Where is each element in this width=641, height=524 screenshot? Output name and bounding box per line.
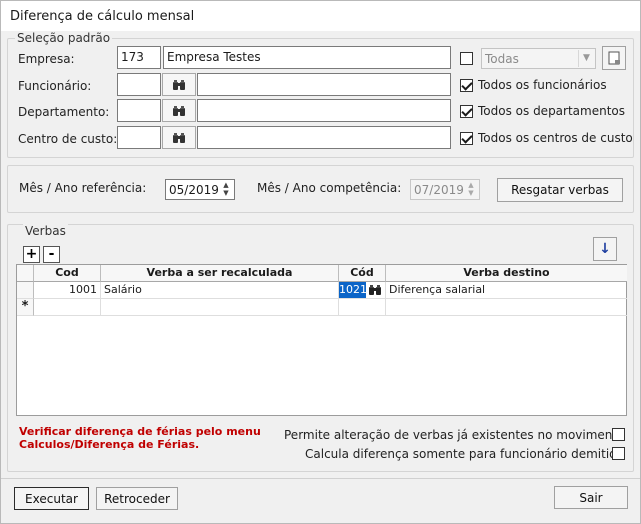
departamento-label: Departamento:: [18, 105, 110, 119]
col-verba-recalc[interactable]: Verba a ser recalculada: [101, 265, 339, 282]
competencia-value: 07/2019: [414, 183, 464, 197]
competencia-label: Mês / Ano competência:: [257, 181, 402, 195]
todos-funcionarios-checkbox[interactable]: [460, 79, 473, 92]
col-cod-dest[interactable]: Cód: [339, 265, 386, 282]
executar-button[interactable]: Executar: [14, 487, 89, 510]
sair-button[interactable]: Sair: [554, 486, 628, 509]
verbas-legend: Verbas: [23, 224, 68, 238]
bottom-divider: [1, 478, 640, 479]
funcionario-search-button[interactable]: [162, 73, 196, 96]
departamento-search-button[interactable]: [162, 99, 196, 122]
title-bar: Diferença de cálculo mensal: [1, 1, 640, 31]
new-cell-verba[interactable]: [101, 299, 339, 316]
permite-alteracao-checkbox[interactable]: [612, 428, 625, 441]
calcula-demitido-label: Calcula diferença somente para funcionár…: [305, 447, 625, 461]
binoculars-icon: [173, 132, 185, 143]
todos-centros-checkbox[interactable]: [460, 132, 473, 145]
ferias-warning: Verificar diferença de férias pelo menu …: [19, 425, 261, 451]
empresa-code-input[interactable]: 173: [117, 46, 161, 69]
competencia-spinner[interactable]: 07/2019 ▲ ▼: [410, 179, 480, 200]
spinner-arrows-icon[interactable]: ▲ ▼: [219, 181, 233, 198]
binoculars-icon[interactable]: [368, 284, 382, 296]
todos-departamentos-label: Todos os departamentos: [478, 104, 626, 118]
centro-custo-name-input[interactable]: [197, 126, 451, 149]
centro-custo-search-button[interactable]: [162, 126, 196, 149]
funcionario-code-input[interactable]: [117, 73, 161, 96]
new-row-indicator: *: [17, 299, 34, 316]
todos-funcionarios-label: Todos os funcionários: [478, 78, 607, 92]
referencia-label: Mês / Ano referência:: [19, 181, 147, 195]
empresa-name-input[interactable]: Empresa Testes: [163, 46, 451, 69]
retroceder-button[interactable]: Retroceder: [96, 487, 178, 510]
todas-value: Todas: [485, 52, 519, 66]
funcionario-label: Funcionário:: [18, 79, 92, 93]
departamento-name-input[interactable]: [197, 99, 451, 122]
referencia-spinner[interactable]: 05/2019 ▲ ▼: [165, 179, 235, 200]
funcionario-name-input[interactable]: [197, 73, 451, 96]
binoculars-icon: [173, 105, 185, 116]
cell-cod-dest-wrap[interactable]: 1021: [339, 282, 386, 299]
import-button[interactable]: ↓: [593, 237, 617, 261]
col-verba-destino[interactable]: Verba destino: [386, 265, 627, 282]
referencia-value: 05/2019: [169, 183, 219, 197]
remove-row-button[interactable]: -: [43, 246, 60, 263]
new-cell-verba-destino[interactable]: [386, 299, 627, 316]
selecao-padrao-legend: Seleção padrão: [15, 31, 113, 45]
cell-cod[interactable]: 1001: [34, 282, 101, 299]
grid-corner: [17, 265, 34, 282]
empresa-label: Empresa:: [18, 52, 75, 66]
col-cod[interactable]: Cod: [34, 265, 101, 282]
row-indicator: [17, 282, 34, 299]
resgatar-verbas-button[interactable]: Resgatar verbas: [497, 178, 623, 202]
new-cell-cod-dest[interactable]: [339, 299, 386, 316]
new-cell-cod[interactable]: [34, 299, 101, 316]
centro-custo-label: Centro de custo:: [18, 132, 118, 146]
todas-combo[interactable]: Todas ▼: [481, 48, 596, 69]
calcula-demitido-checkbox[interactable]: [612, 447, 625, 460]
permite-alteracao-label: Permite alteração de verbas já existente…: [284, 428, 625, 442]
cell-cod-dest[interactable]: 1021: [339, 282, 367, 298]
ferias-warning-line2: Calculos/Diferença de Férias.: [19, 438, 200, 451]
todas-checkbox[interactable]: [460, 52, 473, 65]
document-icon: [608, 51, 620, 65]
spinner-arrows-icon[interactable]: ▲ ▼: [464, 181, 478, 198]
ferias-warning-line1: Verificar diferença de férias pelo menu: [19, 425, 261, 438]
departamento-code-input[interactable]: [117, 99, 161, 122]
add-row-button[interactable]: +: [23, 246, 40, 263]
binoculars-icon: [173, 79, 185, 90]
arrow-down-icon: ↓: [599, 241, 611, 257]
cell-verba[interactable]: Salário: [101, 282, 339, 299]
centro-custo-code-input[interactable]: [117, 126, 161, 149]
verbas-grid[interactable]: Cod Verba a ser recalculada Cód Verba de…: [16, 264, 627, 416]
window-title: Diferença de cálculo mensal: [10, 9, 195, 24]
chevron-down-icon: ▼: [578, 50, 594, 67]
todos-departamentos-checkbox[interactable]: [460, 105, 473, 118]
todos-centros-label: Todos os centros de custo: [478, 131, 633, 145]
cell-verba-destino[interactable]: Diferença salarial: [386, 282, 627, 299]
empresa-search-button[interactable]: [602, 46, 626, 70]
main-window: Diferença de cálculo mensal Seleção padr…: [0, 0, 641, 524]
